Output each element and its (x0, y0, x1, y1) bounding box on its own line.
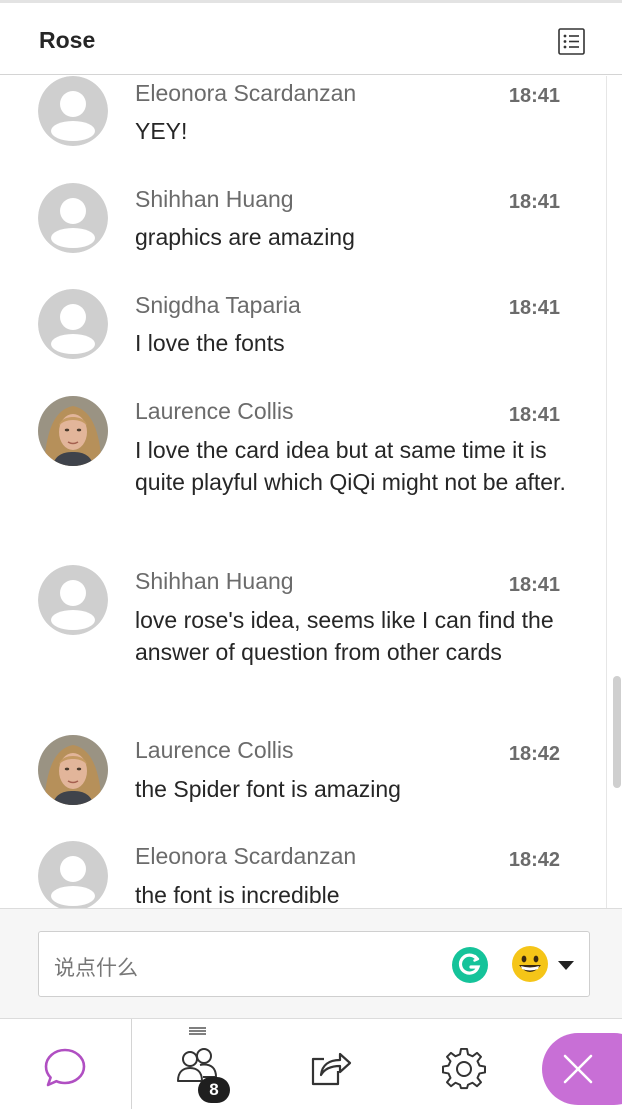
message-time: 18:41 (508, 574, 560, 596)
message-text: the Spider font is amazing (135, 776, 401, 802)
chat-header: Rose (0, 3, 622, 75)
default-avatar-icon (38, 289, 108, 359)
participants-count-badge: 8 (198, 1077, 230, 1103)
message-author: Eleonora Scardanzan (135, 80, 357, 106)
message-input-placeholder: 说点什么 (54, 956, 138, 980)
user-photo-avatar (38, 735, 108, 805)
message-time: 18:41 (508, 404, 560, 426)
message-text: I love the fonts (135, 330, 285, 356)
close-icon (563, 1054, 593, 1084)
default-avatar-icon (38, 565, 108, 635)
message-input[interactable]: 说点什么 (38, 931, 590, 997)
list-icon[interactable] (558, 28, 585, 55)
share-content-tab[interactable] (290, 1019, 380, 1109)
message-time: 18:42 (508, 743, 560, 765)
message-author: Laurence Collis (135, 398, 294, 424)
message-author: Snigdha Taparia (135, 292, 301, 318)
message-text: love rose's idea, seems like I can find … (135, 607, 554, 665)
message-text: YEY! (135, 118, 188, 144)
grammarly-icon[interactable] (452, 947, 488, 983)
message-time: 18:41 (508, 85, 560, 107)
default-avatar-icon (38, 76, 108, 146)
settings-icon (442, 1047, 486, 1090)
message-text: the font is incredible (135, 882, 340, 908)
message-author: Eleonora Scardanzan (135, 843, 357, 869)
message-author: Shihhan Huang (135, 568, 294, 594)
message-scrollbar[interactable] (606, 76, 622, 908)
share-content-icon (311, 1052, 352, 1086)
chat-title: Rose (39, 27, 96, 53)
message-time: 18:42 (508, 849, 560, 871)
message-composer: 说点什么 (0, 908, 622, 1018)
scroll-thumb[interactable] (613, 676, 621, 788)
message-list[interactable]: Eleonora Scardanzan 18:41 YEY! Shihhan H… (0, 76, 606, 908)
user-photo-avatar (38, 396, 108, 466)
default-avatar-icon (38, 841, 108, 908)
message-time: 18:41 (508, 297, 560, 319)
message-text: I love the card idea but at same time it… (135, 437, 566, 495)
default-avatar-icon (38, 183, 108, 253)
message-text: graphics are amazing (135, 224, 355, 250)
message-author: Laurence Collis (135, 737, 294, 763)
message-time: 18:41 (508, 191, 560, 213)
smiley-emoji-icon[interactable] (511, 945, 549, 983)
close-session-button[interactable] (542, 1033, 622, 1105)
chat-tab[interactable] (0, 1019, 131, 1109)
emoji-dropdown-caret-icon[interactable] (558, 961, 574, 970)
bottom-toolbar (0, 1018, 622, 1109)
toolbar-divider (131, 1019, 132, 1109)
settings-tab[interactable] (420, 1019, 510, 1109)
chat-icon (44, 1048, 86, 1087)
message-author: Shihhan Huang (135, 186, 294, 212)
